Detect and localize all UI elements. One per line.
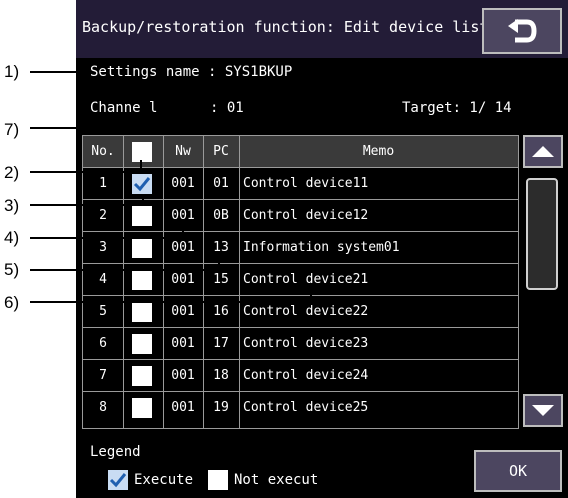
- table-header: No. Nw PC Memo: [83, 136, 518, 168]
- select-all-checkbox[interactable]: [132, 142, 152, 162]
- row-nw: 001: [171, 368, 195, 383]
- row-memo: Control device11: [243, 176, 369, 191]
- leader-3-tick: [142, 194, 144, 206]
- row-nw: 001: [171, 336, 195, 351]
- row-checkbox[interactable]: [132, 206, 152, 226]
- row-checkbox[interactable]: [132, 334, 152, 354]
- row-checkbox[interactable]: [132, 366, 152, 386]
- triangle-up-icon: [532, 146, 554, 157]
- title-bar: Backup/restoration function: Edit device…: [76, 0, 568, 58]
- row-memo: Control device12: [243, 208, 369, 223]
- leader-6: [30, 301, 312, 303]
- row-memo: Control device24: [243, 368, 369, 383]
- legend-execute: Execute: [108, 470, 193, 490]
- callout-4: 4): [4, 228, 20, 247]
- row-no: 7: [99, 368, 107, 383]
- scrollbar-thumb[interactable]: [526, 178, 558, 290]
- channel-label: Channe l: [90, 100, 158, 116]
- callout-3: 3): [4, 196, 20, 215]
- callout-6: 6): [4, 293, 20, 312]
- scroll-down-button[interactable]: [523, 394, 563, 427]
- legend-not-execute: Not execut: [208, 470, 318, 490]
- row-checkbox[interactable]: [132, 302, 152, 322]
- row-no: 6: [99, 336, 107, 351]
- row-checkbox[interactable]: [132, 398, 152, 418]
- row-memo: Information system01: [243, 240, 400, 255]
- triangle-down-icon: [532, 405, 554, 416]
- ok-button[interactable]: OK: [474, 450, 562, 492]
- leader-2: [30, 171, 142, 173]
- row-nw: 001: [171, 176, 195, 191]
- row-pc: 17: [213, 336, 229, 351]
- legend-checked-box: [108, 470, 128, 490]
- row-memo: Control device25: [243, 400, 369, 415]
- row-pc: 0B: [213, 208, 229, 223]
- settings-name: Settings name : SYS1BKUP: [90, 64, 293, 80]
- header-memo: Memo: [362, 144, 395, 159]
- table-row[interactable]: 2 001 0B Control device12: [83, 200, 518, 232]
- table-row[interactable]: 7 001 18 Control device24: [83, 360, 518, 392]
- row-memo: Control device21: [243, 272, 369, 287]
- row-pc: 13: [213, 240, 229, 255]
- row-pc: 01: [213, 176, 229, 191]
- callout-2: 2): [4, 163, 20, 182]
- scroll-up-button[interactable]: [523, 135, 563, 168]
- legend-execute-label: Execute: [134, 472, 194, 488]
- window-title: Backup/restoration function: Edit device…: [82, 18, 489, 36]
- row-checkbox[interactable]: [132, 238, 152, 258]
- target-counter: Target: 1/ 14: [402, 100, 512, 116]
- back-button[interactable]: [482, 8, 562, 54]
- leader-5-tick: [218, 258, 220, 271]
- callout-5: 5): [4, 260, 20, 279]
- leader-4: [30, 237, 184, 239]
- check-mark-icon: [133, 177, 151, 192]
- check-mark-icon: [109, 473, 127, 488]
- header-no: No.: [91, 144, 115, 159]
- row-checkbox[interactable]: [132, 270, 152, 290]
- callout-7: 7): [4, 120, 20, 139]
- leader-7-tick: [520, 118, 522, 128]
- leader-4-tick: [182, 226, 184, 239]
- row-pc: 19: [213, 400, 229, 415]
- leader-5: [30, 269, 220, 271]
- device-list-screen: Backup/restoration function: Edit device…: [76, 0, 568, 498]
- row-nw: 001: [171, 400, 195, 415]
- leader-2-tick: [140, 160, 142, 172]
- header-nw: Nw: [175, 144, 191, 159]
- legend-title: Legend: [90, 444, 141, 460]
- return-arrow-icon: [508, 19, 537, 43]
- leader-6-tick: [310, 290, 312, 303]
- row-memo: Control device23: [243, 336, 369, 351]
- row-checkbox[interactable]: [132, 174, 152, 194]
- channel-value: : 01: [210, 100, 244, 116]
- legend-empty-box: [208, 470, 228, 490]
- leader-7: [30, 127, 522, 129]
- legend-not-execute-label: Not execut: [234, 472, 319, 488]
- table-row[interactable]: 1 001 01 Control device11: [83, 168, 518, 200]
- row-no: 8: [99, 400, 107, 415]
- leader-3: [30, 204, 144, 206]
- header-pc: PC: [213, 144, 229, 159]
- table-row[interactable]: 8 001 19 Control device25: [83, 392, 518, 424]
- table-row[interactable]: 6 001 17 Control device23: [83, 328, 518, 360]
- device-table: No. Nw PC Memo 1 001 01 Control device11 2 00…: [82, 135, 519, 429]
- leader-1: [30, 71, 92, 73]
- row-pc: 18: [213, 368, 229, 383]
- callout-1: 1): [4, 62, 20, 81]
